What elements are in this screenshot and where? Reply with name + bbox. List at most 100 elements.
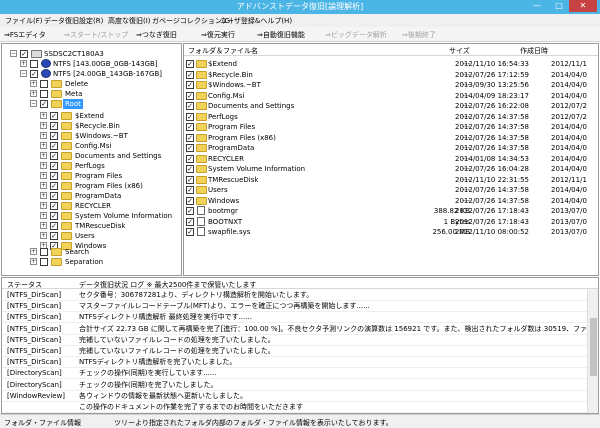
expand-icon[interactable]: + [30,258,37,265]
tree-item-folder[interactable]: + ✓ TMRescueDisk [2,221,181,231]
tree-item-folder[interactable]: + ✓ Program Files [2,171,181,181]
menu-file[interactable]: ファイル(F) [5,16,43,26]
expand-icon[interactable]: + [30,248,37,255]
table-row[interactable]: ✓ bootmgr 388.82 KB 2012/07/26 17:18:43 2013… [184,206,598,216]
menu-recovery-settings[interactable]: データ復旧設定(R) [44,16,103,26]
tree-item-search[interactable]: + Search [2,247,181,257]
expand-icon[interactable]: + [40,142,47,149]
checkbox[interactable]: ✓ [40,100,48,108]
checkbox[interactable]: ✓ [186,60,194,68]
expand-icon[interactable]: + [40,192,47,199]
tree-item-folder[interactable]: + ✓ Program Files (x86) [2,181,181,191]
expand-icon[interactable]: + [40,222,47,229]
table-row[interactable]: ✓ Program Files (x86) --- 2012/07/26 14:37:… [184,133,598,143]
maximize-button[interactable]: □ [549,0,569,12]
table-row[interactable]: ✓ Documents and Settings --- 2012/07/26 16:… [184,101,598,111]
checkbox[interactable]: ✓ [20,50,28,58]
tree-item-delete[interactable]: + Delete [2,79,181,89]
checkbox[interactable]: ✓ [186,81,194,89]
checkbox[interactable]: ✓ [186,112,194,121]
expand-icon[interactable]: + [40,182,47,189]
checkbox[interactable] [40,248,48,256]
menu-advanced-recovery[interactable]: 高度な復旧(I) [108,16,151,26]
end-button[interactable]: ⇒後期終了 [402,30,436,40]
expand-icon[interactable]: + [40,122,47,129]
menu-user-help[interactable]: ユーザ登録&ヘルプ(H) [220,16,292,26]
column-name[interactable]: フォルダ＆ファイル名 [188,46,258,56]
checkbox[interactable]: ✓ [186,154,194,163]
checkbox[interactable]: ✓ [50,212,58,220]
table-row[interactable]: ✓ Config.Msi --- 2014/04/09 18:23:17 2014/04… [184,91,598,101]
tree-item-disk[interactable]: − ✓ SSDSC2CT180A3 [2,49,181,59]
expand-icon[interactable]: + [40,172,47,179]
column-size[interactable]: サイズ [449,46,470,56]
table-row[interactable]: ✓ System Volume Information --- 2012/07/26 … [184,164,598,174]
checkbox[interactable]: ✓ [186,175,194,184]
checkbox[interactable]: ✓ [50,112,58,120]
checkbox[interactable]: ✓ [50,202,58,210]
table-row[interactable]: ✓ Program Files --- 2012/07/26 14:37:58 2014… [184,122,598,132]
tree-item-folder[interactable]: + ✓ ProgramData [2,191,181,201]
close-button[interactable]: ✕ [569,0,597,12]
table-row[interactable]: ✓ $Extend --- 2012/11/10 16:54:33 2012/11/1 [184,59,598,69]
checkbox[interactable]: ✓ [50,162,58,170]
collapse-icon[interactable]: − [20,70,27,77]
expand-icon[interactable]: + [40,162,47,169]
checkbox[interactable]: ✓ [186,102,194,110]
log-scrollbar[interactable] [587,289,598,413]
tree-item-folder[interactable]: + ✓ Users [2,231,181,241]
checkbox[interactable]: ✓ [186,207,194,215]
checkbox[interactable]: ✓ [186,196,194,205]
checkbox[interactable]: ✓ [50,182,58,190]
collapse-icon[interactable]: − [30,100,37,107]
tree-item-folder[interactable]: + ✓ System Volume Information [2,211,181,221]
start-stop-button[interactable]: ⇒スタート/ストップ [64,30,128,40]
fs-editor-button[interactable]: ⇒FSエディタ [4,30,46,40]
expand-icon[interactable]: + [30,90,37,97]
tree-item-folder[interactable]: + ✓ RECYCLER [2,201,181,211]
table-row[interactable]: ✓ BOOTNXT 1 Bytes 2012/07/26 17:18:43 2013/0… [184,216,598,227]
checkbox[interactable]: ✓ [50,172,58,180]
tree-item-root[interactable]: − ✓ Root [2,99,181,109]
checkbox[interactable]: ✓ [50,132,58,140]
table-row[interactable]: ✓ RECYCLER --- 2014/01/08 14:34:53 2014/04/0 [184,154,598,164]
checkbox[interactable] [40,80,48,88]
checkbox[interactable]: ✓ [186,123,194,131]
checkbox[interactable]: ✓ [186,70,194,79]
checkbox[interactable]: ✓ [186,228,194,236]
table-row[interactable]: ✓ PerfLogs --- 2012/07/26 14:37:58 2012/07/2 [184,112,598,122]
tree-item-folder[interactable]: + ✓ Config.Msi [2,141,181,151]
big-data-button[interactable]: ⇒ビッグデータ解析 [325,30,387,40]
table-row[interactable]: ✓ Windows --- 2012/07/26 14:37:58 2014/04/0 [184,196,598,206]
expand-icon[interactable]: + [40,232,47,239]
tree-item-folder[interactable]: + ✓ $Windows.~BT [2,131,181,141]
checkbox[interactable]: ✓ [50,152,58,160]
expand-icon[interactable]: + [40,112,47,119]
table-row[interactable]: ✓ Users --- 2012/07/26 14:37:58 2014/04/0 [184,185,598,195]
expand-icon[interactable]: + [20,60,27,67]
tree-item-partition[interactable]: − ✓ NTFS [24.00GB_143GB-167GB] [2,69,181,79]
resume-recovery-button[interactable]: ⇒つなぎ復旧 [136,30,177,40]
tree-item-folder[interactable]: + ✓ $Extend [2,111,181,121]
tree-item-separation[interactable]: + Separation [2,257,181,267]
expand-icon[interactable]: + [40,132,47,139]
table-row[interactable]: ✓ $Windows.~BT --- 2013/09/30 13:25:56 2014/… [184,80,598,90]
auto-restore-button[interactable]: ⇒自動復旧機能 [257,30,305,40]
tree-item-folder[interactable]: + ✓ PerfLogs [2,161,181,171]
tree-item-folder[interactable]: + ✓ $Recycle.Bin [2,121,181,131]
checkbox[interactable]: ✓ [50,142,58,150]
checkbox[interactable]: ✓ [50,232,58,240]
checkbox[interactable]: ✓ [50,122,58,130]
minimize-button[interactable]: — [527,0,547,12]
checkbox[interactable]: ✓ [186,144,194,152]
checkbox[interactable] [40,90,48,98]
tree-item-folder[interactable]: + ✓ Documents and Settings [2,151,181,161]
table-row[interactable]: ✓ $Recycle.Bin --- 2012/07/26 17:12:59 2014/… [184,70,598,80]
checkbox[interactable]: ✓ [186,217,194,226]
checkbox[interactable]: ✓ [186,186,194,194]
checkbox[interactable]: ✓ [30,70,38,78]
checkbox[interactable]: ✓ [50,192,58,200]
expand-icon[interactable]: + [40,212,47,219]
tree-item-partition[interactable]: + NTFS [143.00GB_0GB-143GB] [2,59,181,69]
table-row[interactable]: ✓ TMRescueDisk --- 2012/11/10 22:31:55 2012/… [184,175,598,185]
